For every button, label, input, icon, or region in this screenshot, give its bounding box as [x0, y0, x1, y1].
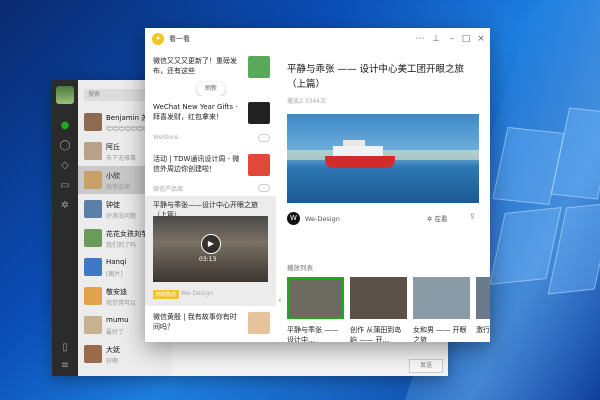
feed-item-title: WeChat New Year Gifts -拜喜发财，红包拿来！ — [153, 103, 238, 121]
menu-icon[interactable]: ≡ — [59, 360, 71, 372]
files-icon[interactable]: ▭ — [59, 180, 71, 192]
story-feed: 微信又又又更新了！重磅发布，还有这些 刷新 WeChat New Year Gi… — [145, 50, 276, 342]
refresh-button[interactable]: 刷新 — [197, 82, 225, 96]
feed-thumbnail — [248, 154, 270, 176]
send-button[interactable]: 发送 — [409, 359, 443, 373]
feed-item-source: WeStore — [153, 134, 179, 141]
conversation-snippet: 最好了 — [106, 329, 125, 336]
feed-thumbnail — [248, 102, 270, 124]
feed-item-source: We-Design — [181, 290, 214, 297]
feed-item[interactable]: 微信黄殷 | 我有故事你有时间吗？ — [145, 306, 276, 342]
conversation-snippet: 好啊 — [106, 358, 119, 365]
feed-item-source: 微信产品周 — [153, 186, 184, 193]
playlist-item-title: 激行 — [476, 326, 490, 334]
article-title: 平静与乖张 —— 设计中心美工团开眼之旅（上篇） — [287, 64, 465, 90]
maximize-icon[interactable]: □ — [459, 32, 473, 46]
window-title: 看一看 — [169, 35, 190, 43]
share-icon[interactable]: ⇪ — [469, 212, 476, 221]
author-name[interactable]: We-Design — [305, 215, 340, 223]
playlist-thumbnail — [413, 277, 470, 319]
favorites-icon[interactable]: ◇ — [59, 160, 71, 172]
conversation-snippet: [图片] — [106, 271, 123, 278]
playlist-item[interactable]: 女和男 —— 开眼之旅 — [413, 277, 470, 342]
feed-more-icon[interactable]: ⋯ — [258, 184, 270, 192]
wow-icon: ✲ — [427, 215, 433, 223]
conversation-snippet: 天下无难事 — [106, 155, 137, 162]
feed-item[interactable]: 活动 | TDW通讯设计周 - 微信外周边你创建啦！ 微信产品周 ⋯ — [145, 148, 276, 197]
avatar — [84, 142, 102, 160]
conversation-snippet: 哈哈哈哈哈哈哈 — [106, 126, 149, 133]
avatar — [84, 200, 102, 218]
playlist-thumbnail — [287, 277, 344, 319]
feed-thumbnail — [248, 56, 270, 78]
feed-thumbnail — [248, 312, 270, 334]
conversation-name: 小欣 — [106, 172, 120, 180]
conversation-snippet: 我觉得可以 — [106, 300, 137, 307]
feed-item-selected[interactable]: 平静与乖张——设计中心开眼之旅（上篇） ▶ 03:13 你的热点 We-Desi… — [145, 196, 276, 307]
feed-item[interactable]: WeChat New Year Gifts -拜喜发财，红包拿来！ WeStor… — [145, 96, 276, 149]
more-icon[interactable]: ⋯ — [413, 32, 427, 46]
avatar — [84, 113, 102, 131]
avatar[interactable] — [56, 86, 74, 104]
playlist-item-title: 创作 从蒲田到岛屿 —— 开... — [350, 326, 402, 342]
video-thumbnail[interactable]: ▶ 03:13 — [153, 216, 268, 282]
ferry-image — [325, 140, 395, 168]
conversation-snippet: 我等会来 — [106, 184, 131, 191]
conversation-name: 钟徒 — [106, 201, 120, 209]
chevron-left-icon[interactable]: ‹ — [278, 296, 282, 306]
seeing-button[interactable]: ✲ 在看 — [427, 213, 448, 223]
author-logo[interactable]: W — [287, 212, 300, 225]
playlist-label: 播放列表 — [287, 264, 313, 272]
playlist-item[interactable]: 激行 — [476, 277, 490, 335]
close-icon[interactable]: × — [474, 32, 488, 46]
seeing-label: 在看 — [434, 215, 448, 223]
title-bar: ✦ 看一看 ⋯ ⊥ – □ × — [145, 28, 490, 50]
article-pane: 平静与乖张 —— 设计中心美工团开眼之旅（上篇） 播放2.3344次 W We-… — [276, 50, 490, 342]
avatar — [84, 258, 102, 276]
pin-icon[interactable]: ⊥ — [429, 32, 443, 46]
avatar — [84, 316, 102, 334]
conversation-snippet: 好滴没问题 — [106, 213, 137, 220]
nav-rail: ● ◯ ◇ ▭ ✲ ▯ ≡ — [52, 80, 78, 376]
conversation-name: Benjamin 苏 — [106, 114, 149, 122]
video-duration: 03:13 — [199, 256, 217, 263]
hot-tag: 你的热点 — [153, 290, 180, 299]
conversation-name: 花花女孩刘芋 — [106, 230, 148, 238]
conversation-name: 阿丘 — [106, 143, 120, 151]
conversation-name: 敬安迪 — [106, 288, 127, 296]
phone-icon[interactable]: ▯ — [59, 342, 71, 354]
feed-item-title: 活动 | TDW通讯设计周 - 微信外周边你创建啦！ — [153, 155, 240, 173]
playlist-thumbnail — [350, 277, 407, 319]
playlist-item-title: 平静与乖张 —— 设计中... — [287, 326, 339, 342]
feed-item-title: 微信黄殷 | 我有故事你有时间吗？ — [153, 313, 237, 331]
conversation-name: 大妩 — [106, 346, 120, 354]
top-stories-window: ✦ 看一看 ⋯ ⊥ – □ × 微信又又又更新了！重磅发布，还有这些 刷新 We… — [145, 28, 490, 342]
playlist-thumbnail — [476, 277, 490, 319]
conversation-name: mumu — [106, 316, 129, 324]
moments-icon[interactable]: ✲ — [59, 200, 71, 212]
play-count: 播放2.3344次 — [287, 98, 326, 105]
playlist-item-title: 女和男 —— 开眼之旅 — [413, 326, 467, 342]
avatar — [84, 345, 102, 363]
play-icon[interactable]: ▶ — [201, 234, 221, 254]
conversation-name: Hanqi — [106, 258, 127, 266]
article-video[interactable] — [287, 114, 479, 203]
top-stories-logo-icon: ✦ — [152, 33, 164, 45]
playlist-item[interactable]: 创作 从蒲田到岛屿 —— 开... — [350, 277, 407, 342]
avatar — [84, 287, 102, 305]
chat-icon[interactable]: ● — [59, 120, 71, 132]
contacts-icon[interactable]: ◯ — [59, 140, 71, 152]
conversation-item[interactable]: 大妩 好啊 — [78, 340, 172, 368]
feed-item-title: 微信又又又更新了！重磅发布，还有这些 — [153, 57, 237, 75]
feed-more-icon[interactable]: ⋯ — [258, 134, 270, 142]
avatar — [84, 171, 102, 189]
conversation-snippet: 我们到了吗 — [106, 242, 137, 249]
minimize-icon[interactable]: – — [445, 32, 459, 46]
playlist-item[interactable]: 平静与乖张 —— 设计中... — [287, 277, 344, 342]
avatar — [84, 229, 102, 247]
